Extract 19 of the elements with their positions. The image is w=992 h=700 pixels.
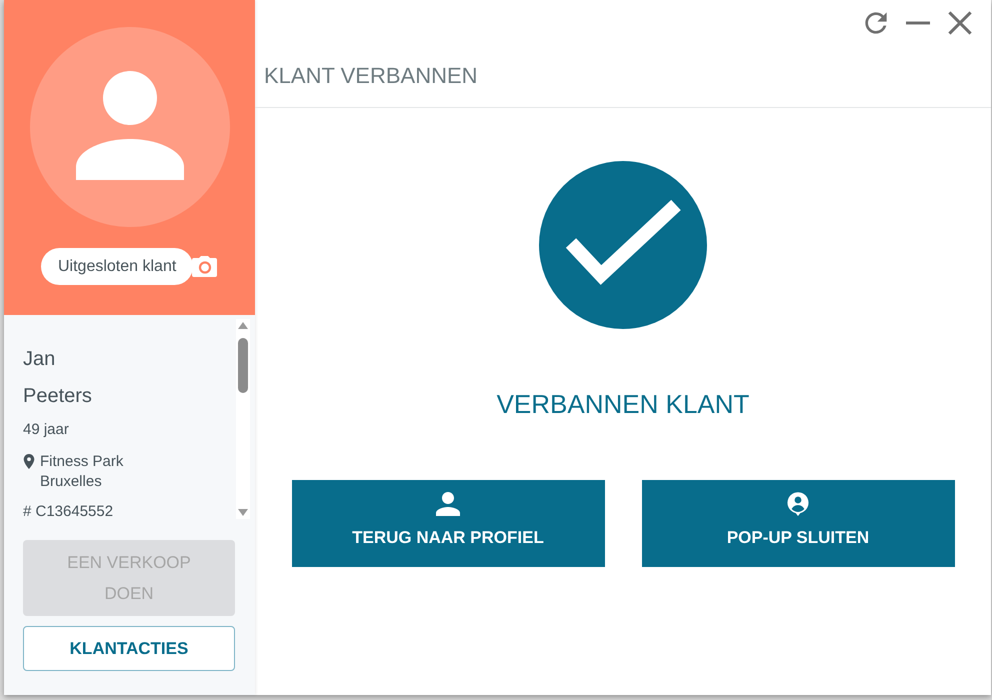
- scrollbar[interactable]: [236, 319, 250, 519]
- person-circle-icon: [786, 492, 810, 516]
- refresh-icon[interactable]: [864, 10, 888, 34]
- result-message: VERBANNEN KLANT: [496, 389, 750, 419]
- check-circle-icon: [539, 161, 707, 329]
- first-name: Jan: [23, 347, 56, 371]
- location-text: Fitness Park Bruxelles: [40, 452, 124, 492]
- back-to-profile-button[interactable]: TERUG NAAR PROFIEL: [292, 480, 604, 567]
- customer-actions-button[interactable]: KLANTACTIES: [23, 626, 235, 671]
- close-icon[interactable]: [948, 10, 972, 34]
- avatar-icon: [30, 27, 230, 227]
- close-popup-button[interactable]: POP-UP SLUITEN: [642, 480, 954, 567]
- age-text: 49 jaar: [23, 420, 70, 440]
- location-pin-icon: [23, 454, 35, 469]
- last-name: Peeters: [23, 384, 93, 408]
- customer-number: # C13645552: [23, 502, 114, 522]
- status-badge: Uitgesloten klant: [41, 248, 194, 285]
- dialog-title: KLANT VERBANNEN: [255, 45, 991, 108]
- person-icon: [436, 492, 460, 516]
